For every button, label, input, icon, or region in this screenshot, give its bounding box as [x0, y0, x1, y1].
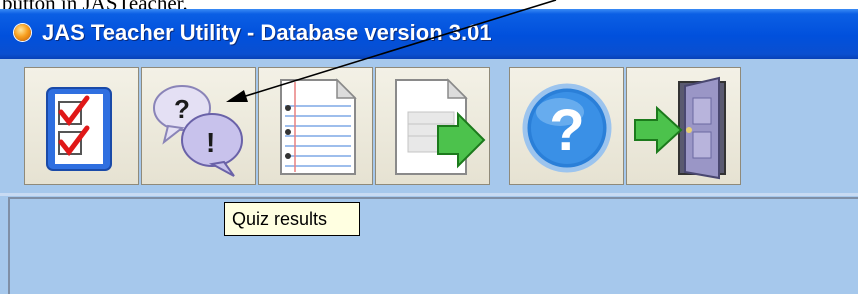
pointer-arrow-annotation — [226, 0, 557, 102]
